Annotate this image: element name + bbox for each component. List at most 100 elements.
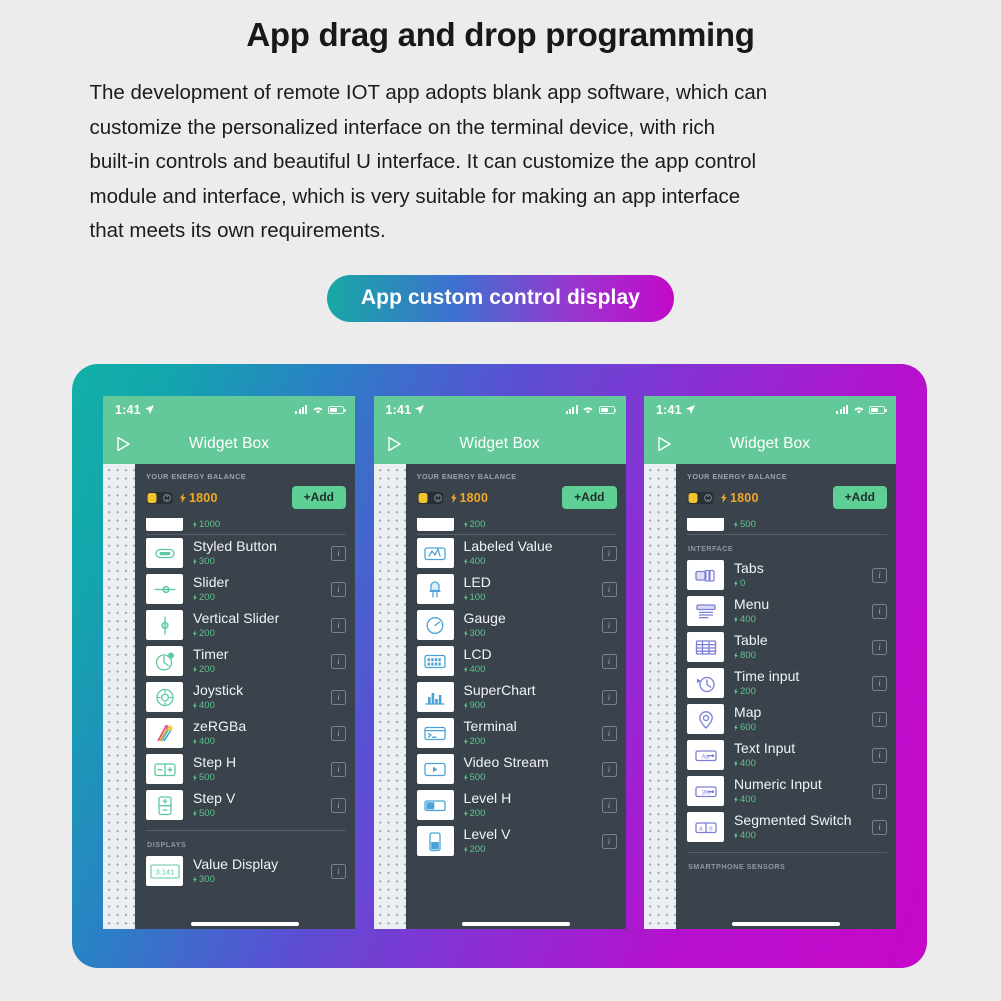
widget-info-button[interactable]: i [331,725,346,741]
widget-list-item[interactable]: Labeled Value 400 i [416,535,626,571]
widget-info-button[interactable]: i [872,819,887,835]
widget-cost: 100 [463,591,602,604]
widget-list[interactable]: 1000 Styled Button 300 i Slider 200 i Vertical … [135,516,355,889]
widget-info-button[interactable]: i [872,639,887,655]
widget-list-item-partial[interactable]: 500 [687,516,896,533]
home-indicator [461,922,570,926]
widget-info-button[interactable]: i [331,653,346,669]
energy-balance-caption: YOUR ENERGY BALANCE [416,472,517,481]
widget-list-item[interactable]: Step V 500 i [146,787,355,823]
widget-list-item[interactable]: Aa Text Input 400 i [687,737,896,773]
widget-info-button[interactable]: i [601,545,617,561]
widget-info-button[interactable]: i [331,761,346,777]
widget-list-item[interactable]: Table 800 i [687,629,896,665]
canvas-dot-grid[interactable] [373,464,406,929]
add-energy-button[interactable]: +Add [562,486,617,509]
widget-list[interactable]: 200 Labeled Value 400 i LED 100 i Gauge 300 i LCD 4… [406,516,626,859]
widget-cost: 500 [463,771,602,784]
phone-showcase-frame: 1:41 Widget Box YOUR ENERGY BALANCE 1800 +Ad… [72,364,927,968]
widget-cost: 400 [734,829,872,842]
widget-list-item[interactable]: LED 100 i [416,571,626,607]
widget-info-button[interactable]: i [872,783,887,799]
widget-list-item[interactable]: Step H 500 i [146,751,355,787]
widget-list-item[interactable]: Vertical Slider 200 i [146,607,355,643]
widget-list-item[interactable]: Joystick 400 i [146,679,355,715]
widget-cost: 200 [193,591,331,604]
widget-cost: 200 [463,735,602,748]
zergba-icon [146,718,183,748]
widget-info-button[interactable]: i [872,567,887,583]
signal-bars-icon [565,405,578,414]
widget-name: Terminal [463,718,517,734]
widget-info-button[interactable]: i [331,617,346,633]
energy-balance-caption: YOUR ENERGY BALANCE [687,472,788,481]
widget-info-button[interactable]: i [872,711,887,727]
widget-info-button[interactable]: i [872,675,887,691]
app-custom-control-display-button[interactable]: App custom control display [326,274,675,322]
widget-cost: 200 [463,843,602,856]
widget-list-item[interactable]: 3% Numeric Input 400 i [687,773,896,809]
widget-list-item[interactable]: Timer 200 i [146,643,355,679]
widget-list-item[interactable]: Video Stream 500 i [416,751,626,787]
widget-list-item-partial[interactable]: 1000 [146,516,355,533]
widget-cost: 400 [463,555,602,568]
widget-list-item[interactable]: Menu 400 i [687,593,896,629]
svg-text:B: B [709,826,713,832]
widget-list-item[interactable]: Terminal 200 i [416,715,626,751]
widget-name: Map [734,704,762,720]
widget-icon [416,518,454,531]
widget-cost: 200 [193,663,331,676]
step-vertical-icon [146,790,183,820]
widget-info-button[interactable]: i [601,617,617,633]
widget-list-item[interactable]: LCD 400 i [416,643,626,679]
widget-box-drawer: YOUR ENERGY BALANCE 1800 +Add 500 INTERFACE T… [676,464,896,929]
page-title: App drag and drop programming [246,16,755,53]
widget-info-button[interactable]: i [331,863,346,879]
widget-list-item[interactable]: Map 600 i [687,701,896,737]
widget-info-button[interactable]: i [331,581,346,597]
level-horizontal-icon [416,790,454,820]
widget-list-item-partial[interactable]: 200 [416,516,626,533]
widget-name: LED [463,574,491,590]
menu-icon [687,596,724,626]
phone-mockup-1: 1:41 Widget Box YOUR ENERGY BALANCE 1800 +Ad… [103,396,355,929]
widget-list-item[interactable]: Tabs 0 i [687,557,896,593]
widget-cost: 500 [193,771,331,784]
widget-info-button[interactable]: i [872,603,887,619]
widget-cost: 800 [734,649,872,662]
add-energy-button[interactable]: +Add [291,486,346,509]
widget-info-button[interactable]: i [331,797,346,813]
add-energy-button[interactable]: +Add [832,486,887,509]
widget-info-button[interactable]: i [601,725,617,741]
widget-info-button[interactable]: i [601,689,617,705]
widget-list-item[interactable]: Gauge 300 i [416,607,626,643]
canvas-dot-grid[interactable] [103,464,135,929]
widget-list-item[interactable]: Level H 200 i [416,787,626,823]
widget-info-button[interactable]: i [601,797,617,813]
widget-list-item[interactable]: zeRGBa 400 i [146,715,355,751]
section-caption: DISPLAYS [147,840,187,849]
widget-list-item[interactable]: 3.141 Value Display 300 i [146,853,355,889]
terminal-icon [416,718,454,748]
wifi-icon [313,407,322,414]
widget-list[interactable]: 500 INTERFACE Tabs 0 i Menu 400 i Table 800 i Time … [676,516,896,875]
widget-info-button[interactable]: i [331,689,346,705]
widget-info-button[interactable]: i [601,833,617,849]
canvas-dot-grid[interactable] [644,464,676,929]
widget-list-item[interactable]: Styled Button 300 i [146,535,355,571]
widget-list-item[interactable]: A B Segmented Switch 400 i [687,809,896,845]
level-vertical-icon [416,826,454,856]
widget-info-button[interactable]: i [601,581,617,597]
widget-info-button[interactable]: i [331,545,346,561]
widget-list-item[interactable]: Level V 200 i [416,823,626,859]
desc-line: customize the personalized interface on … [89,115,716,139]
widget-list-item[interactable]: SuperChart 900 i [416,679,626,715]
joystick-icon [146,682,183,712]
widget-info-button[interactable]: i [601,653,617,669]
app-bar: Widget Box [373,423,626,464]
widget-info-button[interactable]: i [872,747,887,763]
widget-info-button[interactable]: i [601,761,617,777]
widget-list-item[interactable]: Time input 200 i [687,665,896,701]
widget-list-item[interactable]: Slider 200 i [146,571,355,607]
app-bar-title: Widget Box [459,434,540,452]
